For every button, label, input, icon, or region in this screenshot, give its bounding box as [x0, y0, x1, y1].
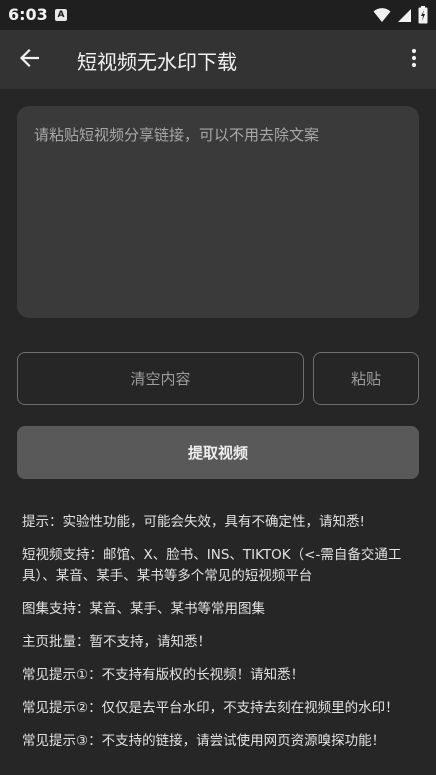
tip-item: 短视频支持：邮馆、X、脸书、INS、TIKTOK（<-需自备交通工具）、某音、某…	[22, 547, 402, 584]
clear-button[interactable]: 清空内容	[17, 352, 304, 405]
notification-app-icon: A	[55, 9, 67, 21]
arrow-left-icon	[19, 48, 40, 71]
tip-item: 常见提示①：不支持有版权的长视频！请知悉！	[22, 667, 305, 683]
more-vertical-icon	[411, 48, 417, 72]
signal-icon	[397, 8, 412, 27]
page-title: 短视频无水印下载	[77, 50, 237, 74]
tip-item: 主页批量：暂不支持，请知悉！	[22, 634, 211, 650]
link-input-placeholder: 请粘贴短视频分享链接，可以不用去除文案	[34, 126, 320, 144]
tip-item: 提示：实验性功能，可能会失效，具有不确定性，请知悉!	[22, 514, 365, 530]
clear-button-label: 清空内容	[130, 370, 191, 388]
wifi-icon	[373, 7, 391, 27]
extract-video-label: 提取视频	[187, 444, 248, 462]
tip-item: 图集支持：某音、某手、某书等常用图集	[22, 601, 265, 617]
tip-item: 常见提示②：仅仅是去平台水印，不支持去刻在视频里的水印！	[22, 700, 399, 716]
status-bar: 6:03 A	[0, 0, 436, 30]
paste-button[interactable]: 粘贴	[313, 352, 419, 405]
status-time: 6:03	[8, 5, 48, 24]
overflow-menu-button[interactable]	[406, 48, 422, 72]
extract-video-button[interactable]: 提取视频	[17, 426, 419, 479]
battery-icon	[418, 6, 428, 28]
link-input[interactable]: 请粘贴短视频分享链接，可以不用去除文案	[17, 106, 419, 318]
tip-item: 常见提示③：不支持的链接，请尝试使用网页资源嗅探功能！	[22, 733, 386, 749]
status-icons	[373, 6, 428, 28]
app-bar: 短视频无水印下载	[0, 30, 436, 89]
tips-list: 提示：实验性功能，可能会失效，具有不确定性，请知悉! 短视频支持：邮馆、X、脸书…	[22, 512, 414, 764]
paste-button-label: 粘贴	[350, 370, 381, 388]
back-button[interactable]	[14, 46, 44, 74]
